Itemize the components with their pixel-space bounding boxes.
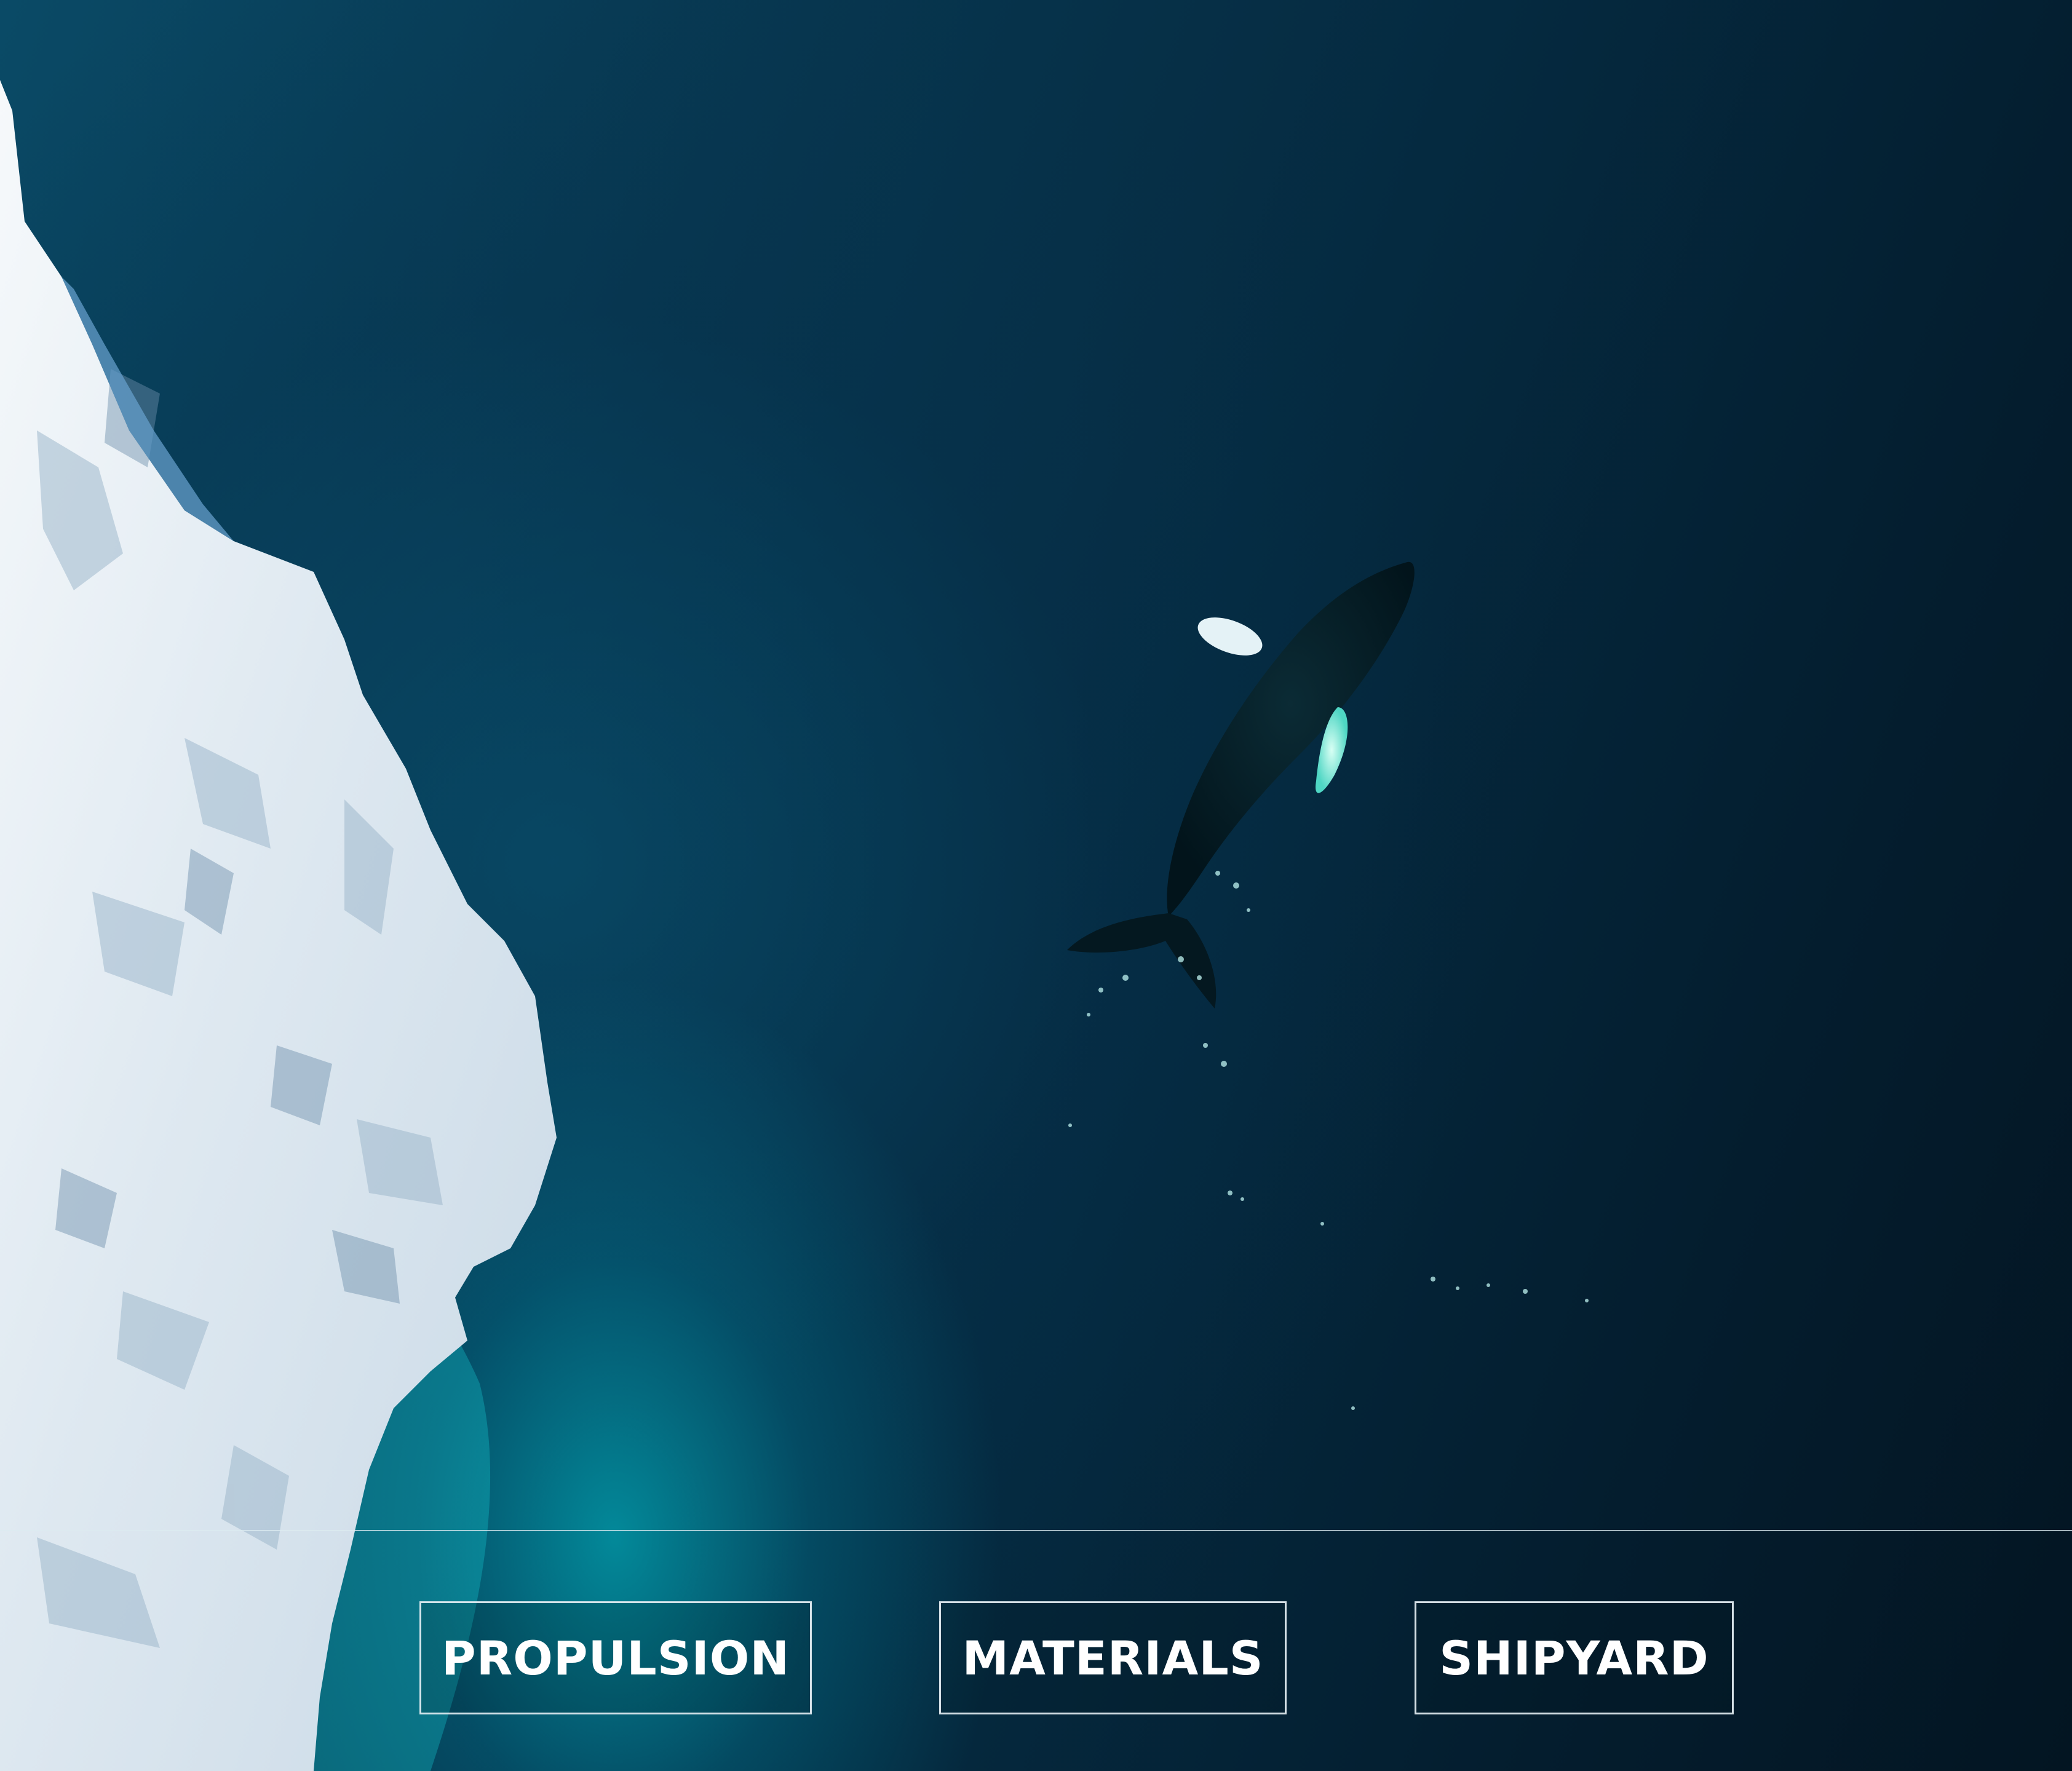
floating-ice-chunk [1197,617,1263,656]
hero-background-photo [0,80,1589,1771]
horizontal-divider [0,1530,2072,1531]
hero-section: PROPULSION MATERIALS SHIPYARD [0,0,2072,1771]
shipyard-button[interactable]: SHIPYARD [1415,1601,1734,1714]
materials-button[interactable]: MATERIALS [939,1601,1287,1714]
propulsion-button[interactable]: PROPULSION [419,1601,812,1714]
water-splash [1068,871,1589,1410]
